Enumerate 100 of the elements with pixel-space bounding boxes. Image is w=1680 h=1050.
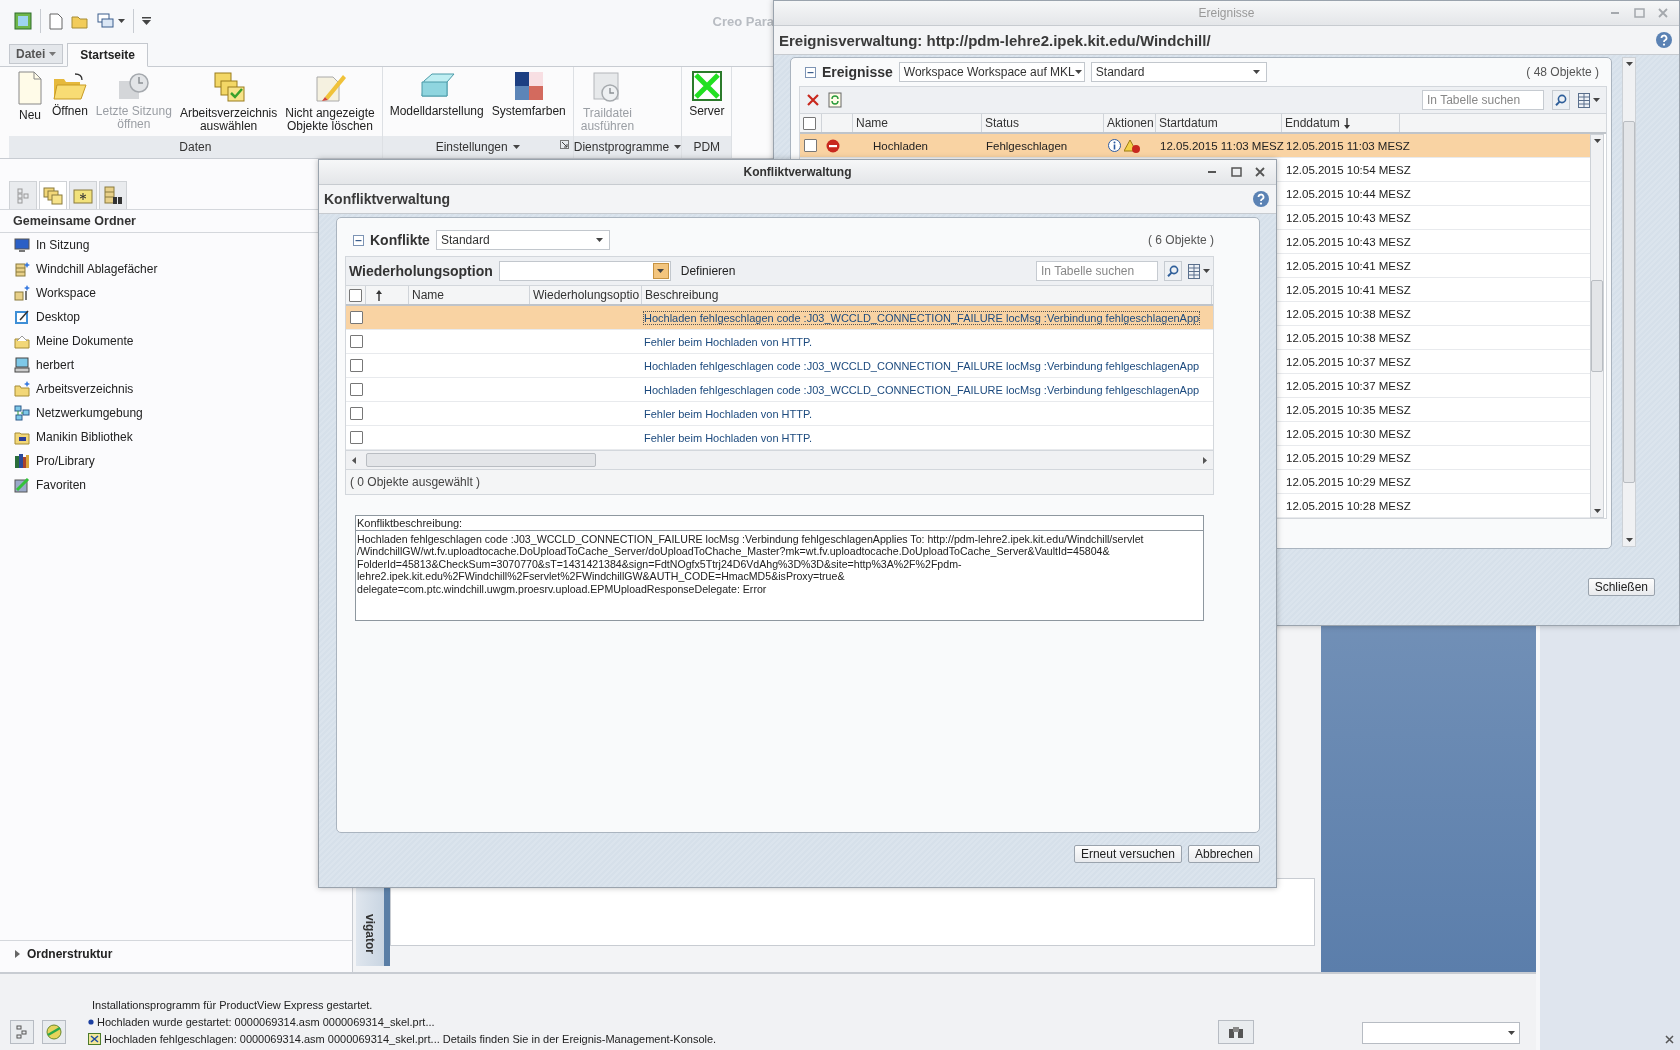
search-field[interactable]: In Tabelle suchen: [1422, 90, 1544, 110]
select-all-checkbox[interactable]: [803, 116, 816, 130]
caret-icon: [1074, 70, 1082, 74]
scroll-thumb[interactable]: [366, 453, 596, 467]
folder-item[interactable]: Windchill Ablagefächer: [36, 262, 158, 276]
help-button[interactable]: [1655, 31, 1673, 49]
ribbon-button[interactable]: Systemfarben: [488, 71, 569, 136]
app-icon: [14, 12, 32, 30]
delete-button[interactable]: [806, 93, 820, 107]
help-button[interactable]: [1252, 190, 1270, 208]
table-cell: 12.05.2015 10:29 MESZ: [1286, 475, 1411, 488]
search-button[interactable]: [1552, 90, 1570, 110]
folder-item[interactable]: Workspace: [36, 286, 96, 300]
filter-dropdown[interactable]: Workspace Workspace auf MKL: [898, 62, 1085, 82]
launcher-icon[interactable]: [559, 140, 569, 149]
find-button[interactable]: [1217, 1020, 1254, 1044]
table-cell: 12.05.2015 10:37 MESZ: [1286, 379, 1411, 392]
column-header[interactable]: Aktionen: [1107, 116, 1154, 130]
ribbon-tab[interactable]: Startseite: [67, 43, 149, 67]
close-button[interactable]: Schließen: [1587, 578, 1655, 596]
caret-icon: [1203, 269, 1210, 273]
caret-icon: [674, 145, 682, 149]
document-icon: [16, 71, 44, 105]
table-view-button[interactable]: [1578, 92, 1600, 108]
scroll-thumb[interactable]: [1623, 121, 1635, 483]
scrollbar[interactable]: [346, 450, 1213, 469]
table-row[interactable]: Hochladen fehlgeschlagen code :J03_WCCLD_CONNECTION_FAILURE locMsg :Verbindung fehlgeschlagenApp: [346, 354, 1213, 378]
caret-icon: [1593, 98, 1600, 102]
description-label: Konfliktbeschreibung:: [356, 516, 1203, 531]
column-header[interactable]: Name: [856, 116, 888, 130]
view-dropdown[interactable]: Standard: [435, 230, 610, 250]
row-checkbox[interactable]: [350, 335, 363, 348]
object-count: ( 48 Objekte ): [1526, 65, 1599, 79]
ribbon-button[interactable]: Nicht angezeigte Objekte löschen: [282, 71, 378, 136]
column-header[interactable]: Enddatum: [1285, 116, 1340, 130]
table-cell: 12.05.2015 10:43 MESZ: [1286, 235, 1411, 248]
customize-button[interactable]: [142, 17, 151, 25]
table-row[interactable]: Hochladen fehlgeschlagen code :J03_WCCLD_CONNECTION_FAILURE locMsg :Verbindung fehlgeschlagenApp: [346, 378, 1213, 402]
folder-item[interactable]: Netzwerkumgebung: [36, 406, 143, 420]
collapse-icon: [805, 66, 816, 78]
collapse-button[interactable]: [353, 234, 364, 246]
define-button[interactable]: Definieren: [676, 264, 740, 278]
folder-item[interactable]: In Sitzung: [36, 238, 90, 252]
scrollbar[interactable]: [1590, 134, 1604, 518]
column-header[interactable]: Wiederholungsoptio: [533, 288, 640, 302]
folder-item[interactable]: Manikin Bibliothek: [36, 430, 133, 444]
dialog-button[interactable]: Erneut versuchen: [1073, 845, 1182, 863]
row-checkbox[interactable]: [350, 311, 363, 324]
column-header[interactable]: Beschreibung: [645, 288, 719, 302]
windows-button[interactable]: [97, 13, 125, 29]
row-checkbox[interactable]: [804, 139, 817, 152]
select-all-checkbox[interactable]: [349, 288, 362, 302]
table-row[interactable]: Hochladen fehlgeschlagen code :J03_WCCLD_CONNECTION_FAILURE locMsg :Verbindung fehlgeschlagenApp: [346, 306, 1213, 330]
ribbon-button[interactable]: Modelldarstellung: [386, 71, 487, 136]
globe-button[interactable]: [42, 1020, 66, 1044]
row-checkbox[interactable]: [350, 359, 363, 372]
navigator-tab[interactable]: [99, 181, 127, 209]
maximize-button[interactable]: [1228, 164, 1244, 180]
document-icon: [49, 12, 63, 30]
column-header[interactable]: Name: [412, 288, 444, 302]
folder-tree-toggle[interactable]: Ordnerstruktur: [0, 940, 352, 966]
ribbon-button[interactable]: Öffnen: [49, 71, 91, 136]
scrollbar[interactable]: [1622, 57, 1636, 547]
delete-icon: [806, 93, 820, 107]
folder-item[interactable]: herbert: [36, 358, 75, 372]
maximize-icon: [1230, 167, 1242, 177]
table-row[interactable]: Fehler beim Hochladen von HTTP.: [346, 330, 1213, 354]
new-file-button[interactable]: [49, 12, 63, 30]
close-icon: [1255, 167, 1265, 177]
row-checkbox[interactable]: [350, 407, 363, 420]
folder-item[interactable]: Pro/Library: [36, 454, 95, 468]
table-cell: 12.05.2015 10:38 MESZ: [1286, 331, 1411, 344]
scroll-thumb[interactable]: [1591, 280, 1603, 372]
search-button[interactable]: [1164, 261, 1182, 281]
view-dropdown[interactable]: Standard: [1090, 62, 1267, 82]
search-field[interactable]: In Tabelle suchen: [1036, 261, 1158, 281]
ribbon-button[interactable]: Arbeitsverzeichnis auswählen: [176, 71, 281, 136]
file-menu-tab[interactable]: Datei: [9, 44, 64, 64]
refresh-button[interactable]: [828, 92, 842, 108]
table-view-button[interactable]: [1188, 263, 1210, 279]
table-row[interactable]: Hochladen Fehlgeschlagen 12.05.2015 11:03 MESZ 12.05.2015 11:03 MESZ: [800, 134, 1590, 158]
caret-icon: [49, 52, 57, 56]
row-checkbox[interactable]: [350, 383, 363, 396]
row-checkbox[interactable]: [350, 431, 363, 444]
column-header[interactable]: Startdatum: [1159, 116, 1218, 130]
dialog-button[interactable]: Abbrechen: [1187, 845, 1260, 863]
tree-button[interactable]: [10, 1020, 34, 1044]
table-row[interactable]: Fehler beim Hochladen von HTTP.: [346, 402, 1213, 426]
table-cell: Fehler beim Hochladen von HTTP.: [644, 407, 812, 420]
ribbon-button[interactable]: Neu: [13, 71, 47, 136]
column-header[interactable]: Status: [985, 116, 1020, 130]
maximize-icon: [1633, 8, 1645, 18]
folder-item[interactable]: Favoriten: [36, 478, 87, 492]
collapse-button[interactable]: [805, 66, 816, 78]
table-cell: Hochladen fehlgeschlagen code :J03_WCCLD_CONNECTION_FAILURE locMsg :Verbindung fehlgeschlagenApp: [644, 359, 1200, 372]
folder-item[interactable]: Meine Dokumente: [36, 334, 134, 348]
folder-item[interactable]: Arbeitsverzeichnis: [36, 382, 134, 396]
ribbon-button[interactable]: Server: [686, 71, 728, 136]
retry-option-dropdown[interactable]: [498, 261, 671, 281]
folder-item[interactable]: Desktop: [36, 310, 81, 324]
